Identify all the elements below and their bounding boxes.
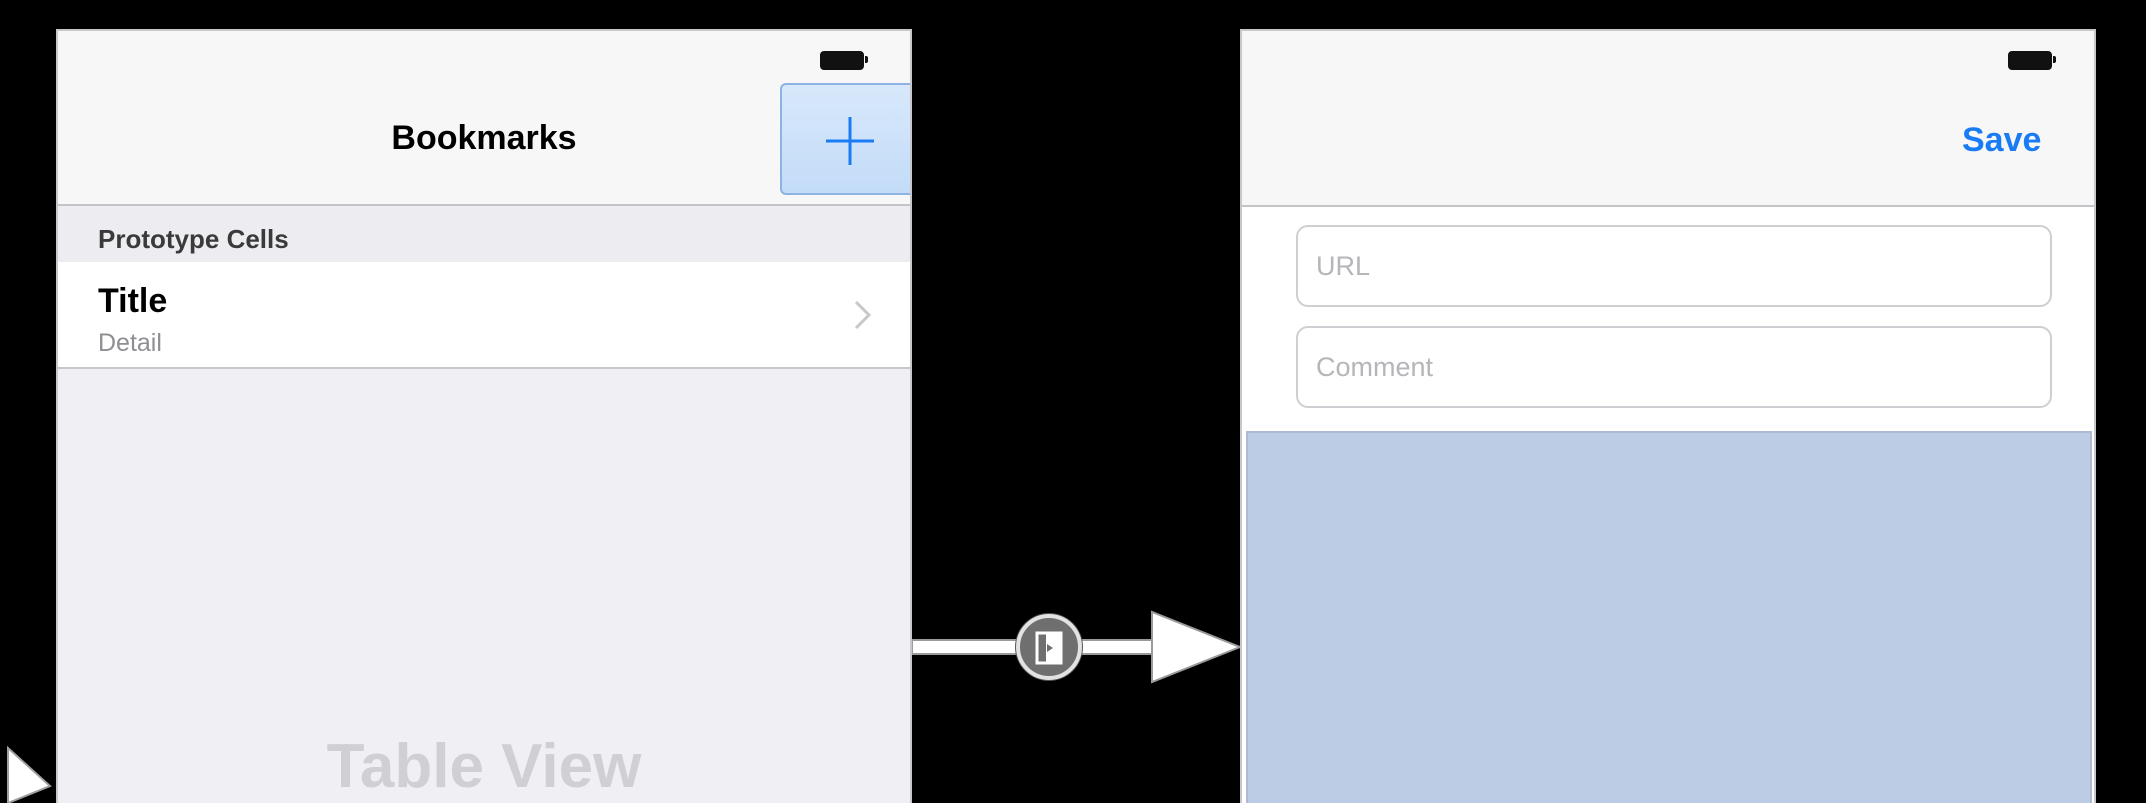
url-field[interactable]: URL [1296, 225, 2052, 307]
add-bookmark-scene[interactable]: Save URL Comment [1240, 29, 2096, 803]
segue-badge[interactable] [1016, 614, 1082, 680]
save-button[interactable]: Save [1962, 121, 2041, 160]
section-header: Prototype Cells [58, 206, 910, 262]
segue-icon [1035, 631, 1063, 665]
section-header-label: Prototype Cells [98, 224, 289, 254]
navigation-bar: Save [1242, 31, 2094, 207]
prototype-cell[interactable]: Title Detail [58, 262, 910, 369]
add-button[interactable] [780, 83, 910, 195]
cell-detail: Detail [98, 329, 162, 357]
bookmarks-scene[interactable]: Bookmarks Prototype Cells Title Detail T… [56, 29, 912, 803]
chevron-right-icon [854, 300, 872, 330]
plus-icon [826, 117, 874, 165]
content-view[interactable] [1246, 431, 2092, 803]
navigation-bar: Bookmarks [58, 31, 910, 206]
table-view-placeholder: Table View [326, 732, 642, 801]
battery-icon [820, 51, 868, 70]
cell-title: Title [98, 282, 168, 320]
url-placeholder: URL [1316, 251, 1371, 281]
comment-field[interactable]: Comment [1296, 326, 2052, 408]
comment-placeholder: Comment [1316, 352, 1434, 382]
entry-arrow-icon [7, 745, 52, 803]
segue-connector[interactable] [912, 0, 1242, 803]
battery-icon [2008, 51, 2056, 70]
